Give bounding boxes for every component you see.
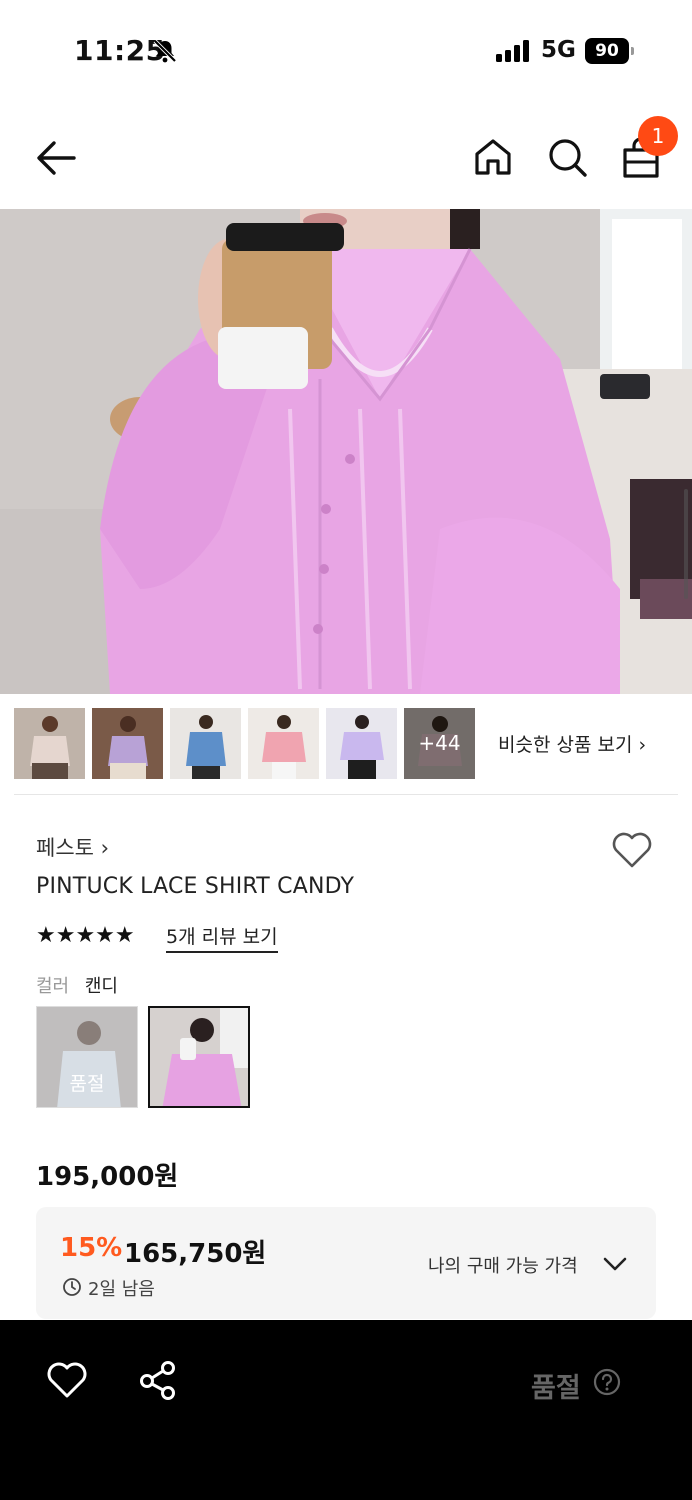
thumbnail[interactable] [92,708,163,779]
product-main-image[interactable] [0,209,692,694]
color-swatch-soldout[interactable]: 품절 [36,1006,138,1108]
original-price: 195,000원 [36,1162,179,1192]
clock-icon [63,1278,81,1296]
reviews-link[interactable]: 5개 리뷰 보기 [166,922,278,953]
thumbnail[interactable] [14,708,85,779]
thumbnail-more[interactable]: +44 [404,708,475,779]
discount-rate: 15% [60,1233,123,1263]
color-key: 컬러 [36,976,70,997]
wishlist-heart-icon[interactable] [610,830,654,870]
network-type: 5G [541,37,576,63]
top-nav: 1 [0,110,692,206]
more-images-count: +44 [404,708,475,779]
rating-stars: ★★★★★ [36,923,135,949]
battery-level: 90 [585,38,629,64]
status-bar: 11:25 5G 90 [0,0,692,100]
thumbnail[interactable] [170,708,241,779]
brand-link[interactable]: 페스토 › [36,832,109,862]
sale-price: 165,750원 [124,1239,267,1269]
color-value: 캔디 [84,976,118,997]
my-price-label[interactable]: 나의 구매 가능 가격 [428,1252,578,1278]
cart-count-badge: 1 [638,116,678,156]
search-icon[interactable] [544,134,590,180]
similar-products-link[interactable]: 비슷한 상품 보기 › [498,730,646,757]
help-circle-icon[interactable] [593,1368,621,1396]
color-swatch-candy[interactable] [148,1006,250,1108]
star-icon: ★★★★★ [36,923,135,948]
heart-icon[interactable] [46,1360,88,1400]
scroll-indicator [684,489,688,599]
share-icon[interactable] [138,1360,178,1400]
thumbnail[interactable] [248,708,319,779]
time-remaining: 2일 남음 [88,1279,155,1300]
home-icon[interactable] [470,134,516,180]
bell-muted-icon [153,39,177,63]
chevron-down-icon[interactable] [602,1254,628,1274]
battery-icon: 90 [585,38,635,64]
color-label-row: 컬러 캔디 [36,972,118,998]
soldout-swatch-label: 품절 [69,1073,105,1095]
product-name: PINTUCK LACE SHIRT CANDY [36,874,355,899]
price-box[interactable]: 15% 165,750원 2일 남음 나의 구매 가능 가격 [36,1207,656,1319]
image-thumbnails: +44 비슷한 상품 보기 › [14,708,678,780]
soldout-button[interactable]: 품절 [531,1366,581,1405]
divider [14,794,678,795]
back-arrow-icon[interactable] [34,138,78,178]
bottom-action-bar: 품절 [0,1320,692,1500]
signal-icon [496,40,529,62]
thumbnail[interactable] [326,708,397,779]
